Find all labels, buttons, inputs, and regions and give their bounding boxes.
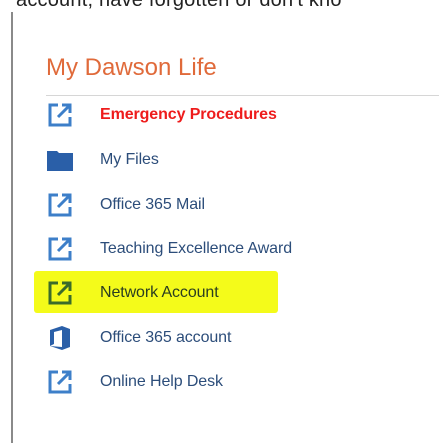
link-label: Teaching Excellence Award [100,240,292,257]
external-link-icon [46,101,74,129]
section-title: My Dawson Life [46,54,217,81]
link-emergency-procedures[interactable]: Emergency Procedures [46,99,277,131]
external-link-icon [46,368,74,396]
external-link-icon [46,191,74,219]
link-label: Emergency Procedures [100,106,277,123]
link-label: Office 365 Mail [100,196,205,213]
clipped-body-text: account, have forgotten or don't kno [16,0,342,11]
link-office-365-account[interactable]: Office 365 account [46,322,231,354]
link-online-help-desk[interactable]: Online Help Desk [46,366,223,398]
title-divider [46,95,439,96]
link-label: Office 365 account [100,329,232,346]
link-my-files[interactable]: My Files [46,144,159,176]
link-label: Network Account [100,284,219,301]
link-label: Online Help Desk [100,373,223,390]
office-icon [46,324,74,352]
left-border-line [11,12,13,443]
link-office-365-mail[interactable]: Office 365 Mail [46,189,205,221]
folder-icon [46,146,74,174]
link-teaching-excellence-award[interactable]: Teaching Excellence Award [46,233,292,265]
link-network-account[interactable]: Network Account [46,277,219,309]
external-link-icon [46,235,74,263]
link-label: My Files [100,151,159,168]
external-link-icon [46,279,74,307]
